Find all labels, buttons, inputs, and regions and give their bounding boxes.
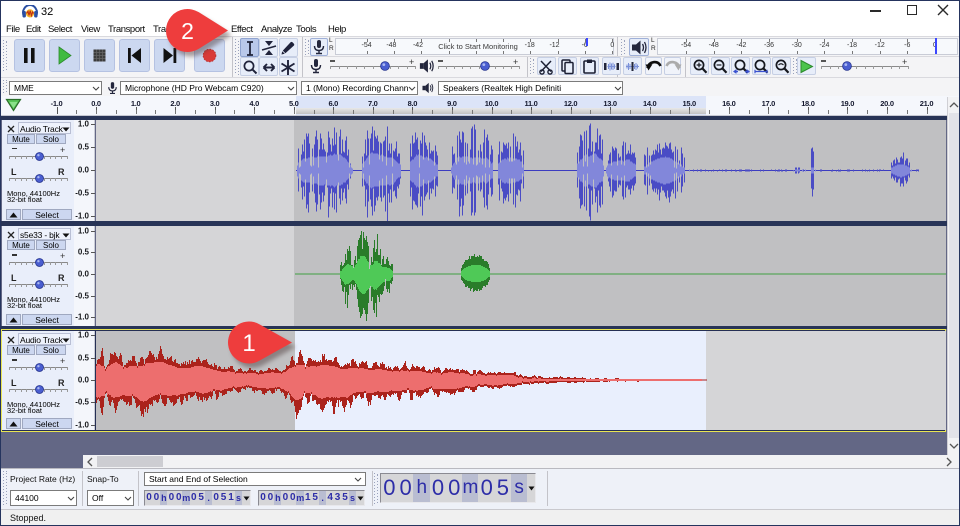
svg-text:1: 1 xyxy=(242,330,255,357)
